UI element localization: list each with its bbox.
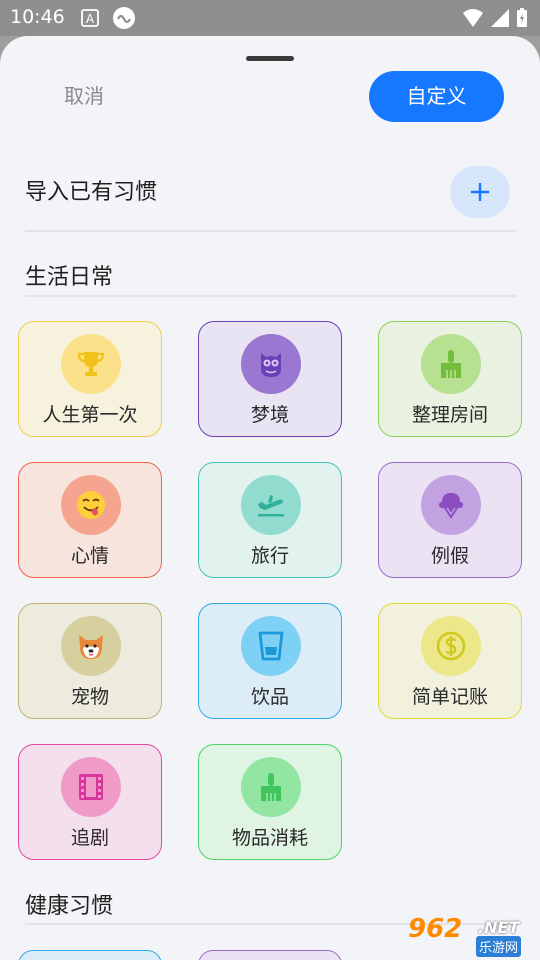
watermark-number: 962: [408, 914, 463, 944]
site-watermark: 962 .NET 乐游网: [402, 914, 540, 960]
broom-icon: [261, 773, 281, 801]
plus-icon: [471, 183, 489, 201]
icon-circle: [241, 616, 301, 676]
icon-circle: [61, 475, 121, 535]
svg-text:A: A: [86, 12, 95, 26]
habit-card-drinks[interactable]: 饮品: [198, 603, 342, 719]
watermark-domain: .NET: [478, 918, 520, 937]
habit-card-consumables[interactable]: 物品消耗: [198, 744, 342, 860]
owl-icon: [261, 353, 281, 377]
habit-label: 例假: [430, 545, 469, 567]
battery-icon: [517, 8, 527, 27]
cup-icon: [258, 631, 284, 661]
habit-label: 心情: [70, 545, 109, 567]
trophy-icon: [77, 352, 105, 376]
icon-circle: [241, 757, 301, 817]
habit-label: 宠物: [70, 686, 109, 708]
font-a-icon: A: [81, 9, 99, 27]
bottom-sheet: 取消 自定义 导入已有习惯 生活日常 人生第一次 梦境 整理房间 心情 旅行 例…: [0, 36, 540, 960]
wifi-icon: [463, 9, 483, 27]
habit-label: 整理房间: [411, 404, 488, 426]
airplane-departure-icon: [258, 495, 284, 517]
divider: [25, 230, 516, 232]
habit-label: 简单记账: [411, 686, 488, 708]
ice-cream-icon: [439, 493, 463, 519]
section-title-daily: 生活日常: [25, 265, 114, 290]
habit-label: 饮品: [250, 686, 289, 708]
status-time: 10:46: [10, 6, 65, 28]
icon-circle: [61, 757, 121, 817]
sheet-drag-handle[interactable]: [246, 56, 294, 61]
cancel-button[interactable]: 取消: [64, 80, 104, 109]
watermark-name: 乐游网: [476, 936, 522, 957]
icon-circle: [421, 616, 481, 676]
icon-circle: [241, 475, 301, 535]
habit-card-pet[interactable]: 宠物: [18, 603, 162, 719]
dollar-coin-icon: [436, 631, 466, 661]
habit-card-travel[interactable]: 旅行: [198, 462, 342, 578]
habit-card-tidy-room[interactable]: 整理房间: [378, 321, 522, 437]
habit-card-partial[interactable]: [198, 950, 342, 960]
dog-emoji-icon: [79, 635, 103, 659]
habit-card-dreams[interactable]: 梦境: [198, 321, 342, 437]
smile-emoji-icon: [77, 491, 105, 519]
icon-circle: [61, 334, 121, 394]
icon-circle: [241, 334, 301, 394]
habit-card-period[interactable]: 例假: [378, 462, 522, 578]
import-habits-title[interactable]: 导入已有习惯: [25, 174, 157, 206]
film-icon: [79, 774, 103, 800]
custom-button[interactable]: 自定义: [369, 71, 504, 122]
status-bar: 10:46 A: [0, 0, 540, 36]
import-add-button[interactable]: [450, 166, 510, 218]
icon-circle: [421, 475, 481, 535]
habit-card-mood[interactable]: 心情: [18, 462, 162, 578]
section-title-health: 健康习惯: [25, 894, 114, 919]
icon-circle: [61, 616, 121, 676]
habit-label: 人生第一次: [42, 404, 138, 426]
habit-label: 梦境: [250, 404, 289, 426]
habit-card-partial[interactable]: [18, 950, 162, 960]
habit-card-first-time[interactable]: 人生第一次: [18, 321, 162, 437]
habit-label: 旅行: [250, 545, 289, 567]
habit-label: 物品消耗: [231, 827, 308, 849]
habit-card-tv-shows[interactable]: 追剧: [18, 744, 162, 860]
broom-icon: [441, 350, 461, 378]
divider: [25, 295, 516, 297]
icon-circle: [421, 334, 481, 394]
app-notification-icon: [113, 7, 135, 29]
cell-signal-icon: [491, 9, 509, 27]
habit-label: 追剧: [70, 827, 109, 849]
habit-card-bookkeeping[interactable]: 简单记账: [378, 603, 522, 719]
